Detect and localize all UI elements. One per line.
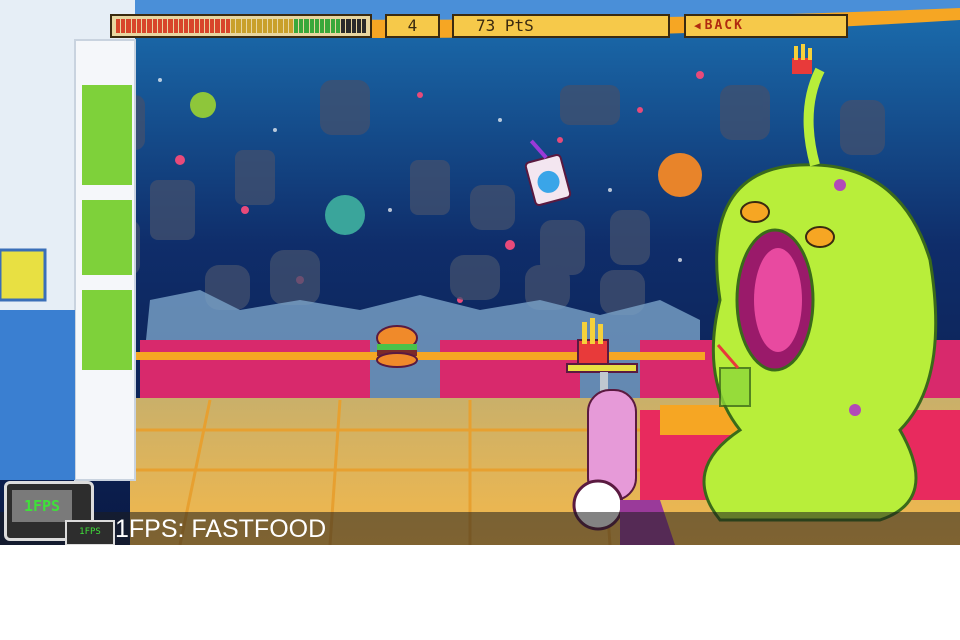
teal-planet [325,195,365,235]
energy-segment [136,19,142,33]
orange-planet [658,153,702,197]
logo-screen: 1FPS [12,490,72,522]
game-viewport[interactable]: 4 73 PtS ◀ BACK 1FPS 1FPS 1FPS: FASTFOOD [0,0,960,545]
energy-segment [299,19,304,33]
energy-segment [142,19,147,33]
energy-meter [110,14,372,38]
energy-segment [157,19,163,33]
energy-segment [204,19,210,33]
1fps-logo: 1FPS 1FPS [4,481,115,545]
energy-segment [241,19,246,33]
energy-segment [220,19,225,33]
energy-segment [126,19,131,33]
energy-segment [152,19,157,33]
back-arrow-icon: ◀ [694,19,703,32]
energy-segment [163,19,168,33]
energy-segment [325,19,330,33]
energy-segment [215,19,220,33]
energy-segment [320,19,325,33]
energy-segment [178,19,184,33]
energy-segment [147,19,152,33]
energy-segment [293,19,299,33]
back-button[interactable]: ◀ BACK [684,14,848,38]
energy-segment [273,19,278,33]
energy-segment [362,19,367,33]
energy-segment [341,19,346,33]
energy-segment [330,19,335,33]
score-display: 73 PtS [452,14,670,38]
energy-segment [356,19,362,33]
energy-segment [246,19,252,33]
game-caption: 1FPS: FASTFOOD [115,515,327,543]
energy-segment [210,19,215,33]
energy-segment [314,19,320,33]
energy-segment [283,19,288,33]
energy-segment [236,19,241,33]
energy-segment [131,19,136,33]
energy-segment [199,19,204,33]
back-label: BACK [704,18,744,33]
energy-segment [262,19,267,33]
fries-antenna-icon [792,44,812,74]
energy-segment [346,19,351,33]
energy-segment [189,19,194,33]
green-planet [190,92,216,118]
energy-segment [116,19,121,33]
energy-segment [121,19,126,33]
burger-icon[interactable] [376,325,418,368]
drink-fridge [0,0,136,481]
energy-segment [267,19,273,33]
energy-segment [168,19,173,33]
hud-bar: 4 73 PtS ◀ BACK [0,0,960,48]
energy-segment [335,19,341,33]
logo-small-screen: 1FPS [65,520,115,545]
energy-segment [252,19,257,33]
level-display: 4 [385,14,440,38]
energy-segment [257,19,262,33]
energy-segment [184,19,189,33]
energy-segment [351,19,356,33]
energy-segment [231,19,236,33]
energy-segment [194,19,199,33]
energy-segment [225,19,231,33]
energy-segment [309,19,314,33]
energy-segment [288,19,293,33]
energy-segment [278,19,283,33]
energy-segment [173,19,178,33]
game-scene [0,0,960,545]
energy-segment [304,19,309,33]
